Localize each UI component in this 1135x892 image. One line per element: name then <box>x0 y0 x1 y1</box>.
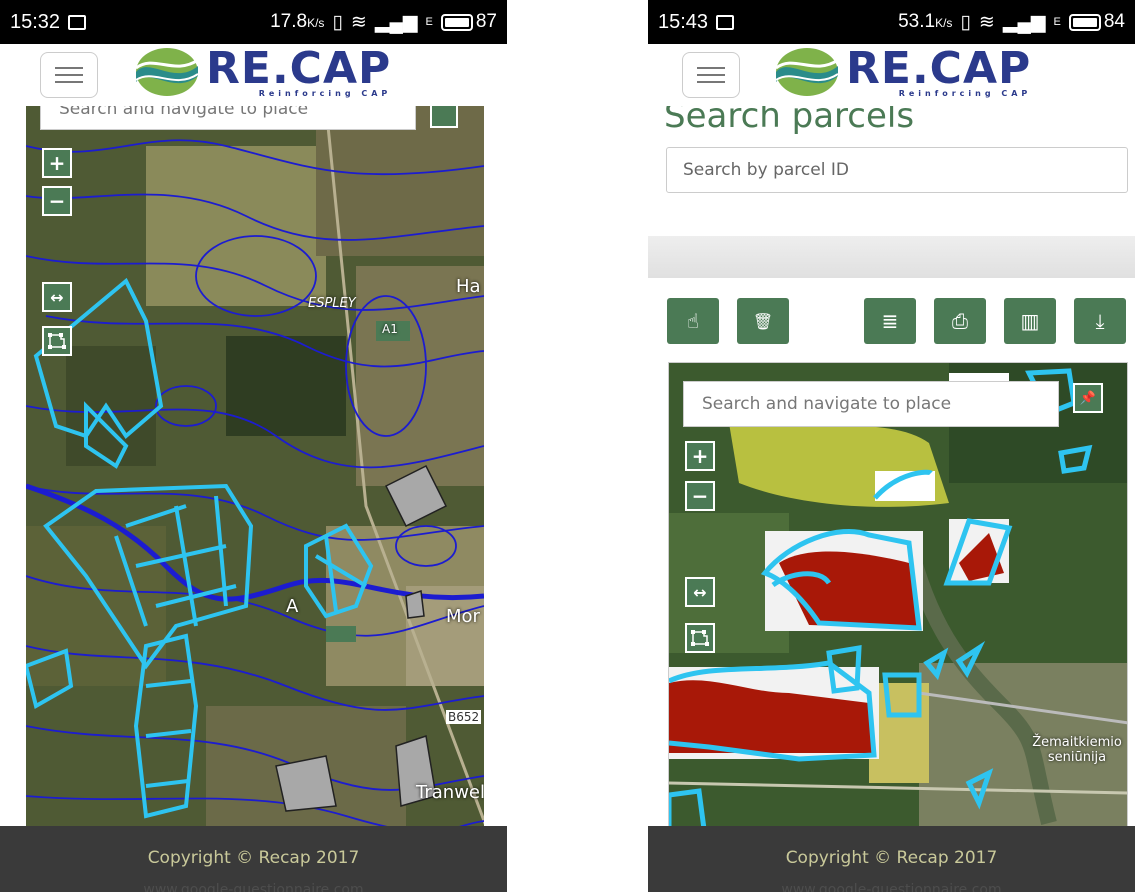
status-time: 15:43 <box>658 10 709 33</box>
menu-line <box>55 81 83 83</box>
satellite-map <box>26 106 484 826</box>
network-speed-unit: K/s <box>307 16 325 30</box>
watermark-text: www.google-questionnaire.com <box>143 882 364 892</box>
status-time: 15:32 <box>10 10 61 33</box>
network-speed-value: 17.8 <box>270 11 308 32</box>
copyright-text: Copyright © Recap 2017 <box>785 848 998 868</box>
results-panel <box>648 236 1135 278</box>
map-label-mor: Mor <box>446 606 480 627</box>
recap-logo[interactable]: RE.CAP Reinforcing CAP <box>134 46 391 98</box>
network-type: E <box>1053 16 1061 28</box>
map-view[interactable]: ESPLEY A1 Ha Mor A B652 Tranwell Search … <box>26 106 484 826</box>
pin-icon: 📌 <box>1079 390 1097 406</box>
logo-subtitle: Reinforcing CAP <box>898 88 1032 98</box>
map-label-b652: B652 <box>446 710 482 724</box>
signal-icon: ▂▄▆ <box>374 11 418 33</box>
battery-icon <box>1068 13 1101 31</box>
vibrate-icon: ▯ <box>332 11 343 33</box>
map-label-ha: Ha <box>456 276 481 297</box>
delete-button[interactable]: 🗑 <box>737 298 789 344</box>
menu-line <box>697 74 725 76</box>
map-label-a1: A1 <box>382 322 398 336</box>
select-parcel-button[interactable]: ☝ <box>667 298 719 344</box>
recap-logo[interactable]: RE.CAP Reinforcing CAP <box>774 46 1031 98</box>
parcel-id-search-input[interactable]: Search by parcel ID <box>666 147 1128 193</box>
menu-line <box>55 74 83 76</box>
gallery-notification-icon <box>68 14 87 30</box>
map-label-tranwell: Tranwell <box>416 782 484 803</box>
download-icon: ⤓ <box>1095 309 1105 333</box>
battery-icon <box>440 13 473 31</box>
measure-distance-button[interactable]: ↔ <box>42 282 72 312</box>
recap-logo-icon <box>135 48 199 96</box>
measure-distance-button[interactable]: ↔ <box>685 577 715 607</box>
menu-line <box>697 81 725 83</box>
menu-toggle-button[interactable] <box>40 52 98 98</box>
map-search-input[interactable]: Search and navigate to place <box>40 106 416 130</box>
network-type: E <box>425 16 433 28</box>
list-view-button[interactable]: ≣ <box>864 298 916 344</box>
zoom-in-button[interactable]: + <box>42 148 72 178</box>
status-bar: 15:43 53.1K/s ▯ ≋ ▂▄▆ E 84 <box>648 0 1135 44</box>
polygon-icon <box>48 333 66 349</box>
parcel-map-view[interactable]: Žemaitkiemio seniūnija Search and naviga… <box>668 362 1128 828</box>
left-phone-screen: ESPLEY A1 Ha Mor A B652 Tranwell Search … <box>0 0 507 892</box>
map-label-espley: ESPLEY <box>308 296 356 311</box>
pin-location-button[interactable]: 📌 <box>1073 383 1103 413</box>
battery-indicator: 84 <box>1068 11 1125 33</box>
measure-area-icon[interactable] <box>685 623 715 653</box>
print-icon: ⎙ <box>952 309 968 333</box>
hand-pointer-icon: ☝ <box>686 309 700 333</box>
network-speed-value: 53.1 <box>898 11 936 32</box>
battery-level: 87 <box>475 11 497 32</box>
vibrate-icon: ▯ <box>960 11 971 33</box>
battery-level: 84 <box>1103 11 1125 32</box>
gallery-notification-icon <box>716 14 735 30</box>
logo-subtitle: Reinforcing CAP <box>258 88 392 98</box>
status-bar: 15:32 17.8K/s ▯ ≋ ▂▄▆ E 87 <box>0 0 507 44</box>
zoom-in-button[interactable]: + <box>685 441 715 471</box>
page-footer: Copyright © Recap 2017 www.google-questi… <box>648 826 1135 892</box>
list-icon: ≣ <box>881 309 899 333</box>
watermark-text: www.google-questionnaire.com <box>781 882 1002 892</box>
page-footer: Copyright © Recap 2017 www.google-questi… <box>0 826 507 892</box>
zoom-out-button[interactable]: − <box>685 481 715 511</box>
wifi-icon: ≋ <box>978 11 995 33</box>
menu-toggle-button[interactable] <box>682 52 740 98</box>
app-header: RE.CAP Reinforcing CAP <box>648 44 1135 106</box>
map-pin-button[interactable] <box>430 106 458 128</box>
battery-indicator: 87 <box>440 11 497 33</box>
logo-title: RE.CAP <box>846 42 1032 94</box>
measure-area-icon[interactable] <box>42 326 72 356</box>
wifi-icon: ≋ <box>350 11 367 33</box>
polygon-icon <box>691 630 709 646</box>
recap-logo-icon <box>775 48 839 96</box>
zoom-out-button[interactable]: − <box>42 186 72 216</box>
trash-icon: 🗑 <box>752 311 774 331</box>
print-button[interactable]: ⎙ <box>934 298 986 344</box>
network-speed: 17.8K/s <box>270 11 324 33</box>
menu-line <box>697 67 725 69</box>
place-label: Žemaitkiemio seniūnija <box>1032 735 1122 765</box>
network-speed-unit: K/s <box>935 16 953 30</box>
map-search-input[interactable]: Search and navigate to place <box>683 381 1059 427</box>
map-view-button[interactable]: ▥ <box>1004 298 1056 344</box>
right-phone-screen: Search parcels Search by parcel ID ☝ 🗑 ≣… <box>648 0 1135 892</box>
signal-icon: ▂▄▆ <box>1002 11 1046 33</box>
app-header: RE.CAP Reinforcing CAP <box>0 44 507 106</box>
copyright-text: Copyright © Recap 2017 <box>147 848 360 868</box>
network-speed: 53.1K/s <box>898 11 952 33</box>
menu-line <box>55 67 83 69</box>
logo-title: RE.CAP <box>206 42 392 94</box>
map-icon: ▥ <box>1020 309 1040 333</box>
download-button[interactable]: ⤓ <box>1074 298 1126 344</box>
map-label-a: A <box>286 596 299 617</box>
